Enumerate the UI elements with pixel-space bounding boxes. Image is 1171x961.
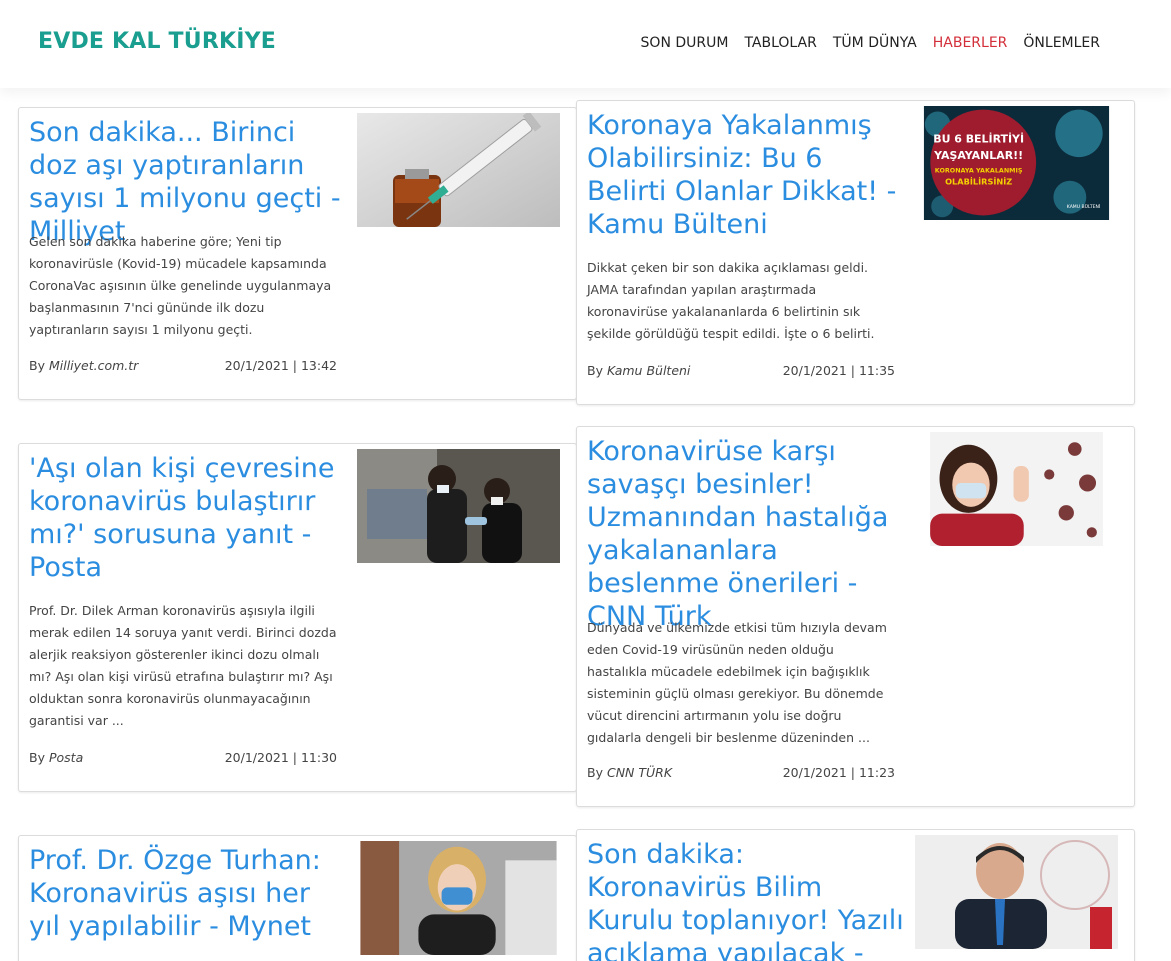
- by-label: By: [29, 358, 45, 373]
- news-meta: By CNN TÜRK 20/1/2021 | 11:23: [587, 765, 895, 780]
- news-description: Gelen son dakika haberine göre; Yeni tip…: [29, 234, 332, 337]
- news-card: Son dakika: Koronavirüs Bilim Kurulu top…: [576, 829, 1135, 961]
- news-description: Dünyada ve ülkemizde etkisi tüm hızıyla …: [587, 620, 887, 745]
- news-card: Prof. Dr. Özge Turhan: Koronavirüs aşısı…: [18, 835, 577, 961]
- news-datetime: 20/1/2021 | 13:42: [224, 358, 337, 373]
- news-title-link[interactable]: Koronaya Yakalanmış Olabilirsiniz: Bu 6 …: [587, 109, 907, 241]
- news-description: Dikkat çeken bir son dakika açıklaması g…: [587, 260, 875, 341]
- nav-tum-dunya[interactable]: TÜM DÜNYA: [825, 33, 925, 53]
- nav-onlemler[interactable]: ÖNLEMLER: [1015, 33, 1108, 53]
- nav-son-durum[interactable]: SON DURUM: [633, 33, 737, 53]
- by-label: By: [29, 750, 45, 765]
- news-source: Milliyet.com.tr: [48, 358, 139, 373]
- news-meta: By Posta 20/1/2021 | 11:30: [29, 750, 337, 765]
- news-source: Posta: [48, 750, 84, 765]
- graphic-text: BU 6 BELİRTİYİ: [933, 131, 1024, 145]
- main-nav: SON DURUM TABLOLAR TÜM DÜNYA HABERLER ÖN…: [633, 33, 1108, 53]
- news-datetime: 20/1/2021 | 11:35: [782, 363, 895, 378]
- news-source: CNN TÜRK: [606, 765, 673, 780]
- news-description: Prof. Dr. Dilek Arman koronavirüs aşısıy…: [29, 603, 337, 728]
- by-label: By: [587, 363, 603, 378]
- nav-tablolar[interactable]: TABLOLAR: [736, 33, 824, 53]
- news-title-link[interactable]: Koronavirüse karşı savaşçı besinler! Uzm…: [587, 435, 907, 633]
- nav-haberler[interactable]: HABERLER: [925, 33, 1016, 53]
- news-datetime: 20/1/2021 | 11:30: [224, 750, 337, 765]
- news-title-link[interactable]: 'Aşı olan kişi çevresine koronavirüs bul…: [29, 452, 349, 584]
- syringe-vial-photo[interactable]: [357, 113, 560, 227]
- graphic-text: OLABİLİRSİNİZ: [945, 176, 1012, 186]
- top-navbar: EVDE KAL TÜRKİYE SON DURUM TABLOLAR TÜM …: [0, 0, 1171, 88]
- news-title-link[interactable]: Prof. Dr. Özge Turhan: Koronavirüs aşısı…: [29, 844, 349, 943]
- news-source: Kamu Bülteni: [606, 363, 691, 378]
- news-card: 'Aşı olan kişi çevresine koronavirüs bul…: [18, 443, 577, 792]
- woman-mask-virus-photo[interactable]: [915, 432, 1118, 546]
- brand-logo[interactable]: EVDE KAL TÜRKİYE: [38, 29, 276, 54]
- news-datetime: 20/1/2021 | 11:23: [782, 765, 895, 780]
- graphic-text: KORONAYA YAKALANMIŞ: [935, 167, 1023, 175]
- news-card: Koronaya Yakalanmış Olabilirsiniz: Bu 6 …: [576, 100, 1135, 405]
- news-title-link[interactable]: Son dakika... Birinci doz aşı yaptıranla…: [29, 116, 349, 248]
- news-card: Son dakika... Birinci doz aşı yaptıranla…: [18, 107, 577, 400]
- vaccination-photo[interactable]: [357, 449, 560, 563]
- news-card: Koronavirüse karşı savaşçı besinler! Uzm…: [576, 426, 1135, 807]
- news-meta: By Kamu Bülteni 20/1/2021 | 11:35: [587, 363, 895, 378]
- doctor-mask-photo[interactable]: [357, 841, 560, 955]
- news-meta: By Milliyet.com.tr 20/1/2021 | 13:42: [29, 358, 337, 373]
- news-title-link[interactable]: Son dakika: Koronavirüs Bilim Kurulu top…: [587, 838, 907, 961]
- minister-photo[interactable]: [915, 835, 1118, 949]
- graphic-text: YAŞAYANLAR!!: [933, 149, 1023, 162]
- virus-warning-graphic[interactable]: BU 6 BELİRTİYİ YAŞAYANLAR!! KORONAYA YAK…: [915, 106, 1118, 220]
- by-label: By: [587, 765, 603, 780]
